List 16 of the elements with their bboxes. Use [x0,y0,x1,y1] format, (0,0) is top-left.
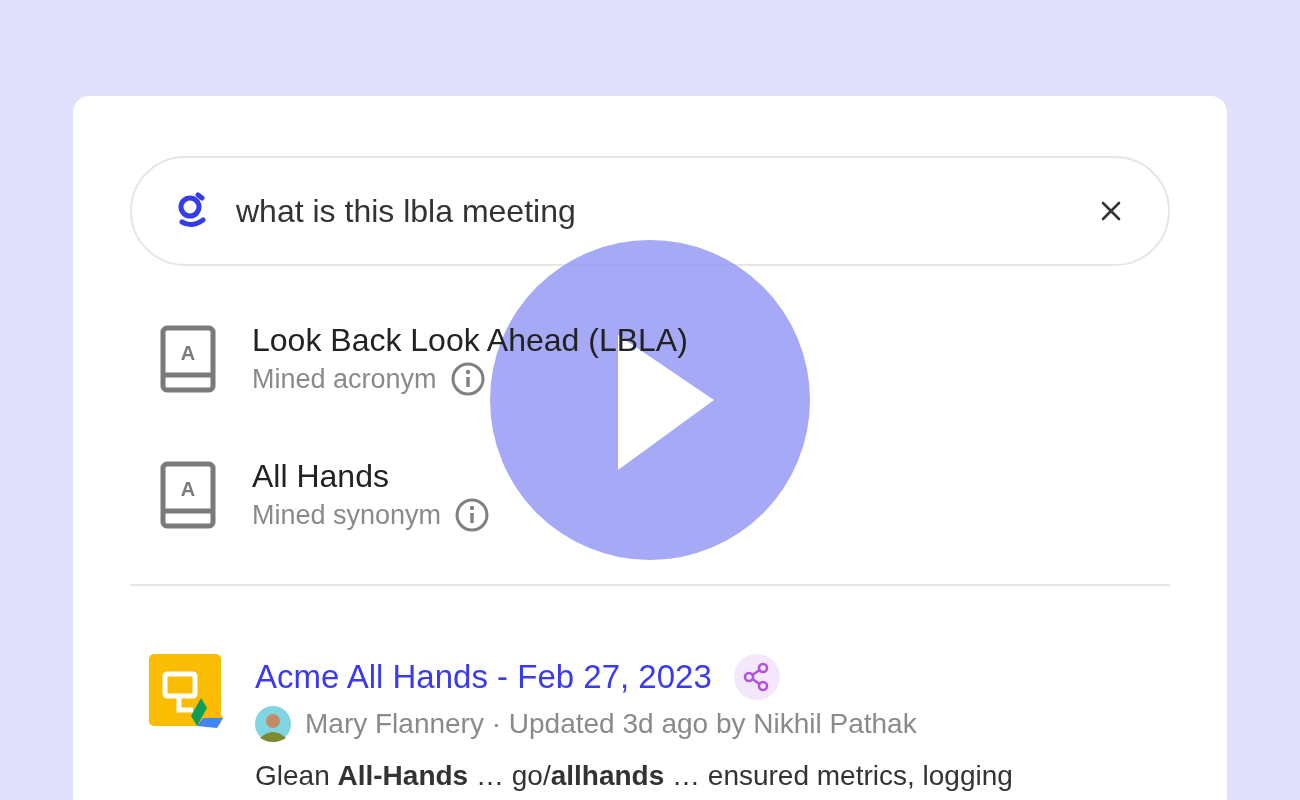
suggestion-type: Mined synonym [252,499,442,531]
suggestion-title[interactable]: All Hands [252,458,490,494]
result-meta: Mary Flannery · Updated 3d ago by Nikhil Pathak [305,708,917,740]
avatar-icon [255,706,291,742]
logo-icon [176,192,208,230]
book-icon: A [160,325,216,393]
suggestion-title[interactable]: Look Back Look Ahead (LBLA) [252,322,688,358]
share-icon[interactable] [733,654,780,700]
result-title[interactable]: Acme All Hands - Feb 27, 2023 [255,658,712,696]
result-snippet: Glean All-Hands … go/allhands … ensured metrics, logging [255,760,1013,792]
suggestion-type: Mined acronym [252,363,437,395]
close-icon[interactable] [1100,200,1122,222]
info-icon[interactable] [455,498,490,532]
info-icon[interactable] [450,362,485,396]
book-icon: A [160,461,216,529]
search-query: what is this lbla meeting [236,192,577,230]
